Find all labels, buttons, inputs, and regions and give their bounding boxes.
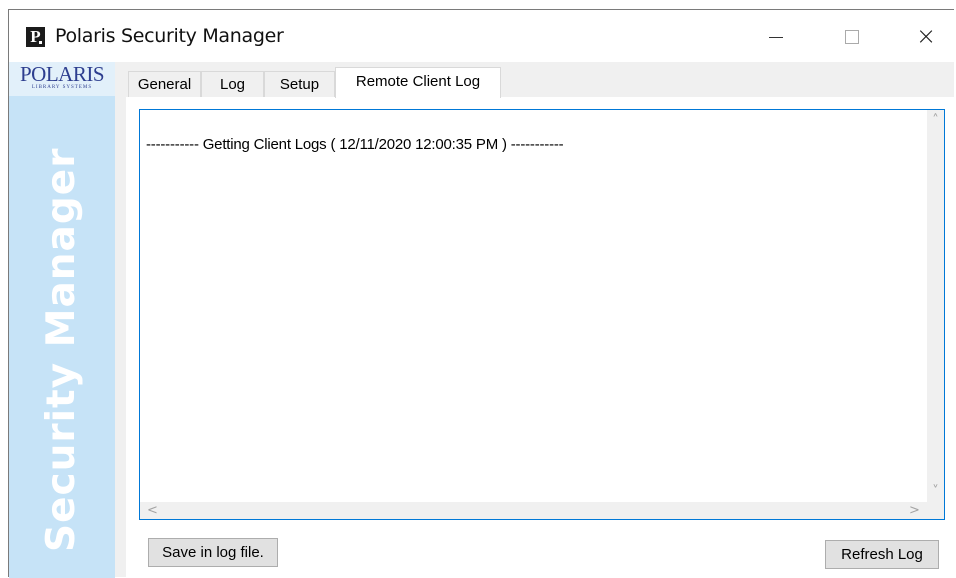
scroll-right-icon[interactable]: > bbox=[906, 502, 923, 519]
sidebar-vertical-label: Security Manager bbox=[39, 147, 84, 552]
polaris-app-icon[interactable]: P bbox=[26, 27, 45, 47]
scroll-down-icon[interactable]: ˅ bbox=[927, 483, 944, 500]
scroll-left-icon[interactable]: < bbox=[144, 502, 161, 519]
sidebar: POLARIS LIBRARY SYSTEMS Security Manager bbox=[9, 62, 115, 578]
close-icon: × bbox=[915, 22, 937, 50]
app-window: P Polaris Security Manager × POLARIS LIB… bbox=[8, 9, 955, 578]
close-button[interactable]: × bbox=[896, 10, 956, 62]
maximize-icon bbox=[845, 30, 859, 45]
refresh-log-button[interactable]: Refresh Log bbox=[825, 540, 939, 569]
remote-client-log-panel: ----------- Getting Client Logs ( 12/11/… bbox=[126, 97, 955, 578]
log-line: ----------- Getting Client Logs ( 12/11/… bbox=[146, 136, 564, 153]
minimize-button[interactable] bbox=[746, 10, 806, 62]
save-in-log-file-button[interactable]: Save in log file. bbox=[148, 538, 278, 567]
logo-text: POLARIS bbox=[19, 62, 105, 86]
log-textbox[interactable]: ----------- Getting Client Logs ( 12/11/… bbox=[139, 109, 945, 520]
scroll-up-icon[interactable]: ˄ bbox=[927, 112, 944, 129]
scrollbar-corner bbox=[927, 502, 944, 519]
tab-log[interactable]: Log bbox=[201, 71, 264, 97]
tab-setup[interactable]: Setup bbox=[264, 71, 335, 97]
horizontal-scrollbar[interactable]: < > bbox=[140, 502, 927, 519]
title-bar[interactable]: P Polaris Security Manager × bbox=[9, 10, 955, 62]
polaris-logo: POLARIS LIBRARY SYSTEMS bbox=[9, 62, 115, 96]
minimize-icon bbox=[769, 36, 783, 38]
tab-remote-client-log[interactable]: Remote Client Log bbox=[335, 67, 501, 98]
window-title: Polaris Security Manager bbox=[55, 25, 284, 47]
tab-general[interactable]: General bbox=[128, 71, 201, 97]
vertical-scrollbar[interactable]: ˄ ˅ bbox=[927, 110, 944, 502]
tab-strip: General Log Setup Remote Client Log bbox=[126, 67, 955, 98]
maximize-button[interactable] bbox=[822, 10, 882, 62]
